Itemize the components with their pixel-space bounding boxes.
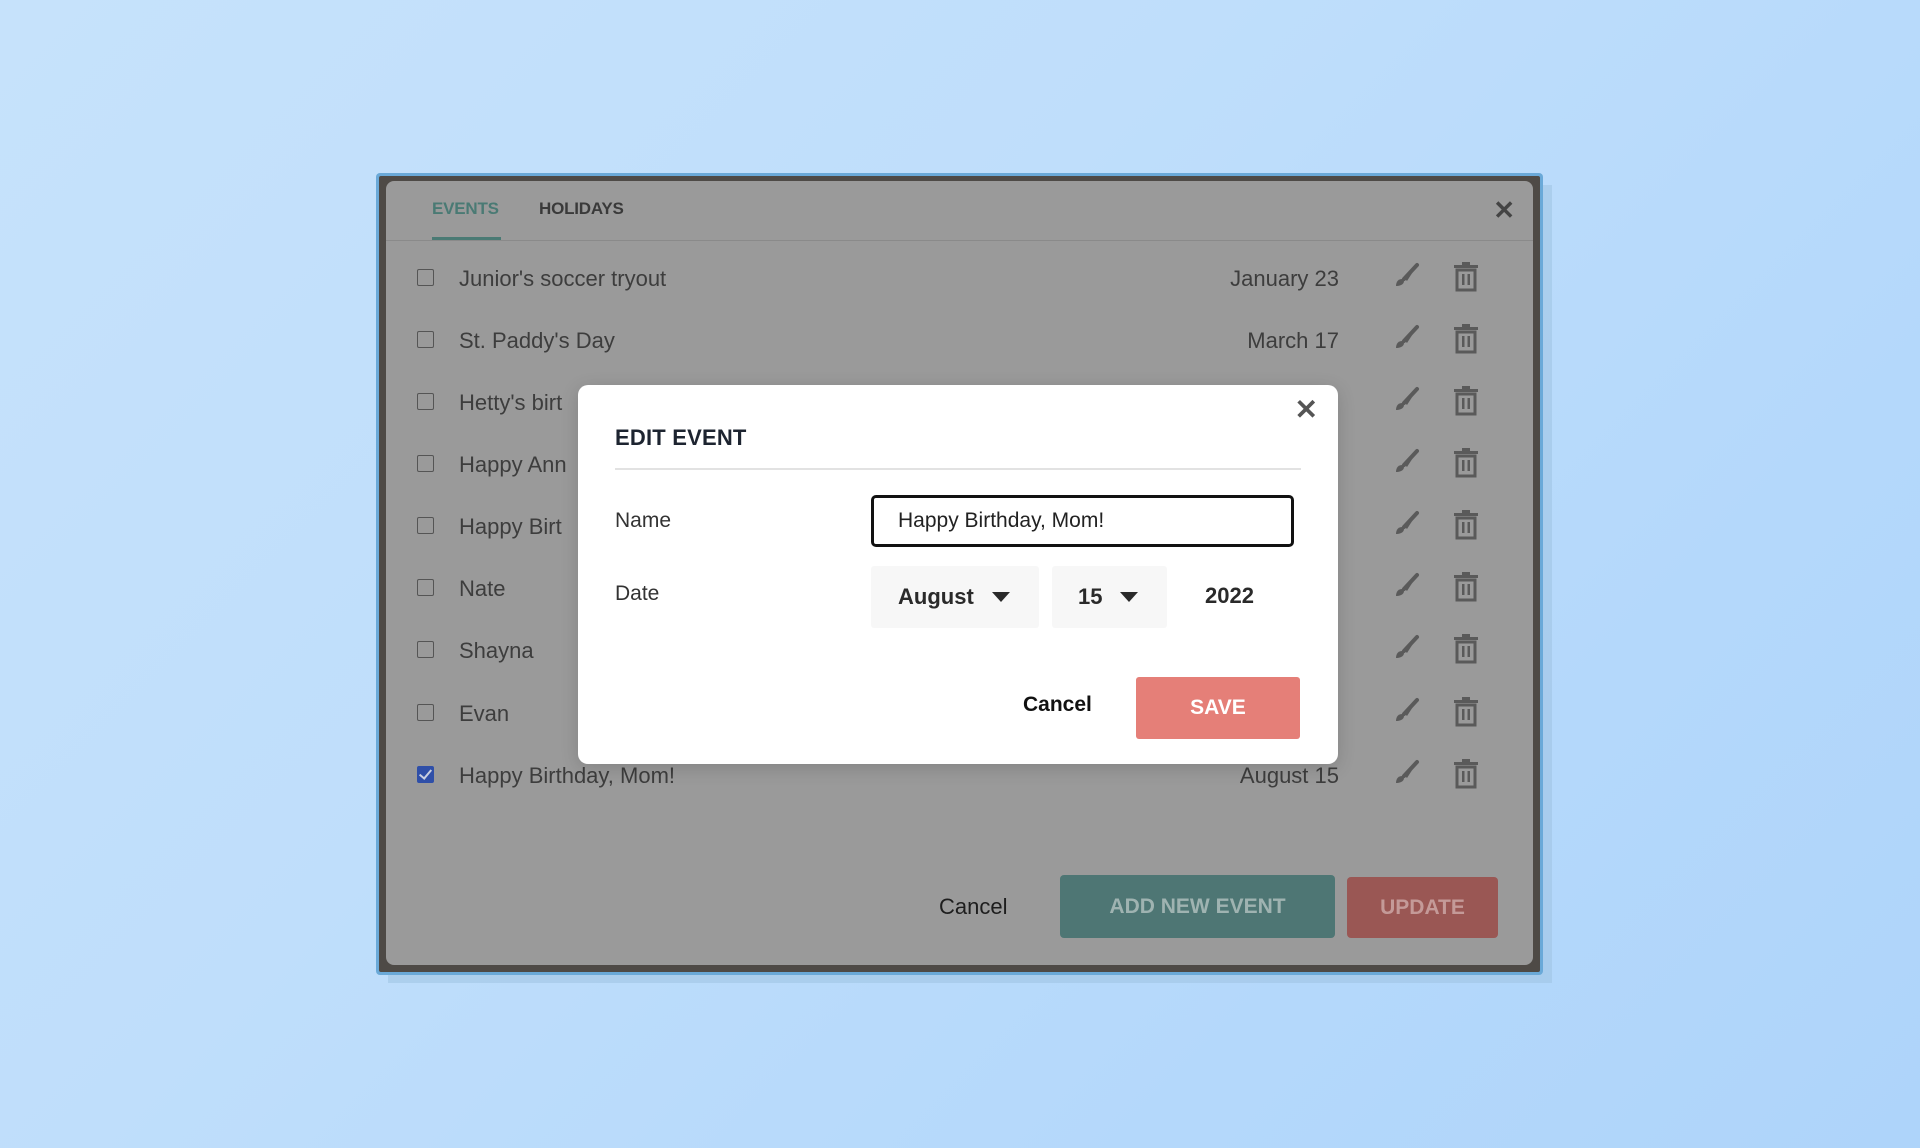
close-icon[interactable]: ✕ [1493, 195, 1515, 226]
date-label: Date [615, 582, 660, 605]
tab-holidays[interactable]: HOLIDAYS [539, 199, 624, 219]
update-button[interactable]: UPDATE [1347, 877, 1498, 938]
dialog-cancel-button[interactable]: Cancel [1023, 693, 1092, 717]
trash-icon[interactable] [1451, 260, 1481, 292]
caret-down-icon [991, 592, 1010, 602]
row-checkbox[interactable] [417, 331, 434, 348]
paintbrush-icon[interactable] [1391, 385, 1421, 415]
name-input[interactable] [871, 495, 1294, 547]
save-button[interactable]: SAVE [1136, 677, 1300, 739]
row-checkbox[interactable] [417, 455, 434, 472]
event-name: St. Paddy's Day [459, 328, 615, 353]
tab-events[interactable]: EVENTS [432, 199, 499, 219]
trash-icon[interactable] [1451, 508, 1481, 540]
paintbrush-icon[interactable] [1391, 261, 1421, 291]
paintbrush-icon[interactable] [1391, 696, 1421, 726]
caret-down-icon [1120, 592, 1139, 602]
day-value: 15 [1078, 584, 1103, 609]
close-icon[interactable]: ✕ [1295, 393, 1318, 426]
event-name: Shayna [459, 638, 534, 663]
trash-icon[interactable] [1451, 757, 1481, 789]
event-name: Hetty's birt [459, 390, 563, 415]
paintbrush-icon[interactable] [1391, 571, 1421, 601]
trash-icon[interactable] [1451, 570, 1481, 602]
paintbrush-icon[interactable] [1391, 758, 1421, 788]
paintbrush-icon[interactable] [1391, 633, 1421, 663]
event-row: Junior's soccer tryout January 23 [386, 247, 1533, 309]
row-checkbox[interactable] [417, 704, 434, 721]
tab-bar: EVENTS HOLIDAYS ✕ [386, 181, 1533, 241]
divider [615, 468, 1301, 470]
month-select[interactable]: August [871, 566, 1039, 628]
paintbrush-icon[interactable] [1391, 323, 1421, 353]
row-checkbox[interactable] [417, 269, 434, 286]
trash-icon[interactable] [1451, 446, 1481, 478]
event-name: Happy Birt [459, 514, 562, 539]
paintbrush-icon[interactable] [1391, 447, 1421, 477]
row-checkbox[interactable] [417, 641, 434, 658]
row-checkbox[interactable] [417, 393, 434, 410]
name-label: Name [615, 509, 672, 532]
dialog-title: EDIT EVENT [615, 425, 747, 450]
event-date: January 23 [1230, 266, 1339, 291]
edit-event-dialog: ✕ EDIT EVENT Name Date August 15 2022 Ca… [578, 385, 1338, 764]
event-row: St. Paddy's Day March 17 [386, 309, 1533, 371]
event-name: Evan [459, 701, 510, 726]
row-checkbox[interactable] [417, 766, 434, 783]
trash-icon[interactable] [1451, 632, 1481, 664]
trash-icon[interactable] [1451, 384, 1481, 416]
event-name: Happy Birthday, Mom! [459, 763, 676, 788]
day-select[interactable]: 15 [1052, 566, 1167, 628]
event-name: Nate [459, 576, 506, 601]
active-tab-indicator [432, 237, 501, 240]
cancel-button[interactable]: Cancel [939, 894, 1007, 920]
row-checkbox[interactable] [417, 579, 434, 596]
event-name: Happy Ann [459, 452, 567, 477]
paintbrush-icon[interactable] [1391, 509, 1421, 539]
year-value: 2022 [1205, 583, 1254, 608]
trash-icon[interactable] [1451, 695, 1481, 727]
trash-icon[interactable] [1451, 322, 1481, 354]
month-value: August [898, 584, 974, 609]
event-name: Junior's soccer tryout [459, 266, 667, 291]
row-checkbox[interactable] [417, 517, 434, 534]
add-new-event-button[interactable]: ADD NEW EVENT [1060, 875, 1335, 938]
event-date: August 15 [1239, 763, 1339, 788]
event-date: March 17 [1247, 328, 1339, 353]
